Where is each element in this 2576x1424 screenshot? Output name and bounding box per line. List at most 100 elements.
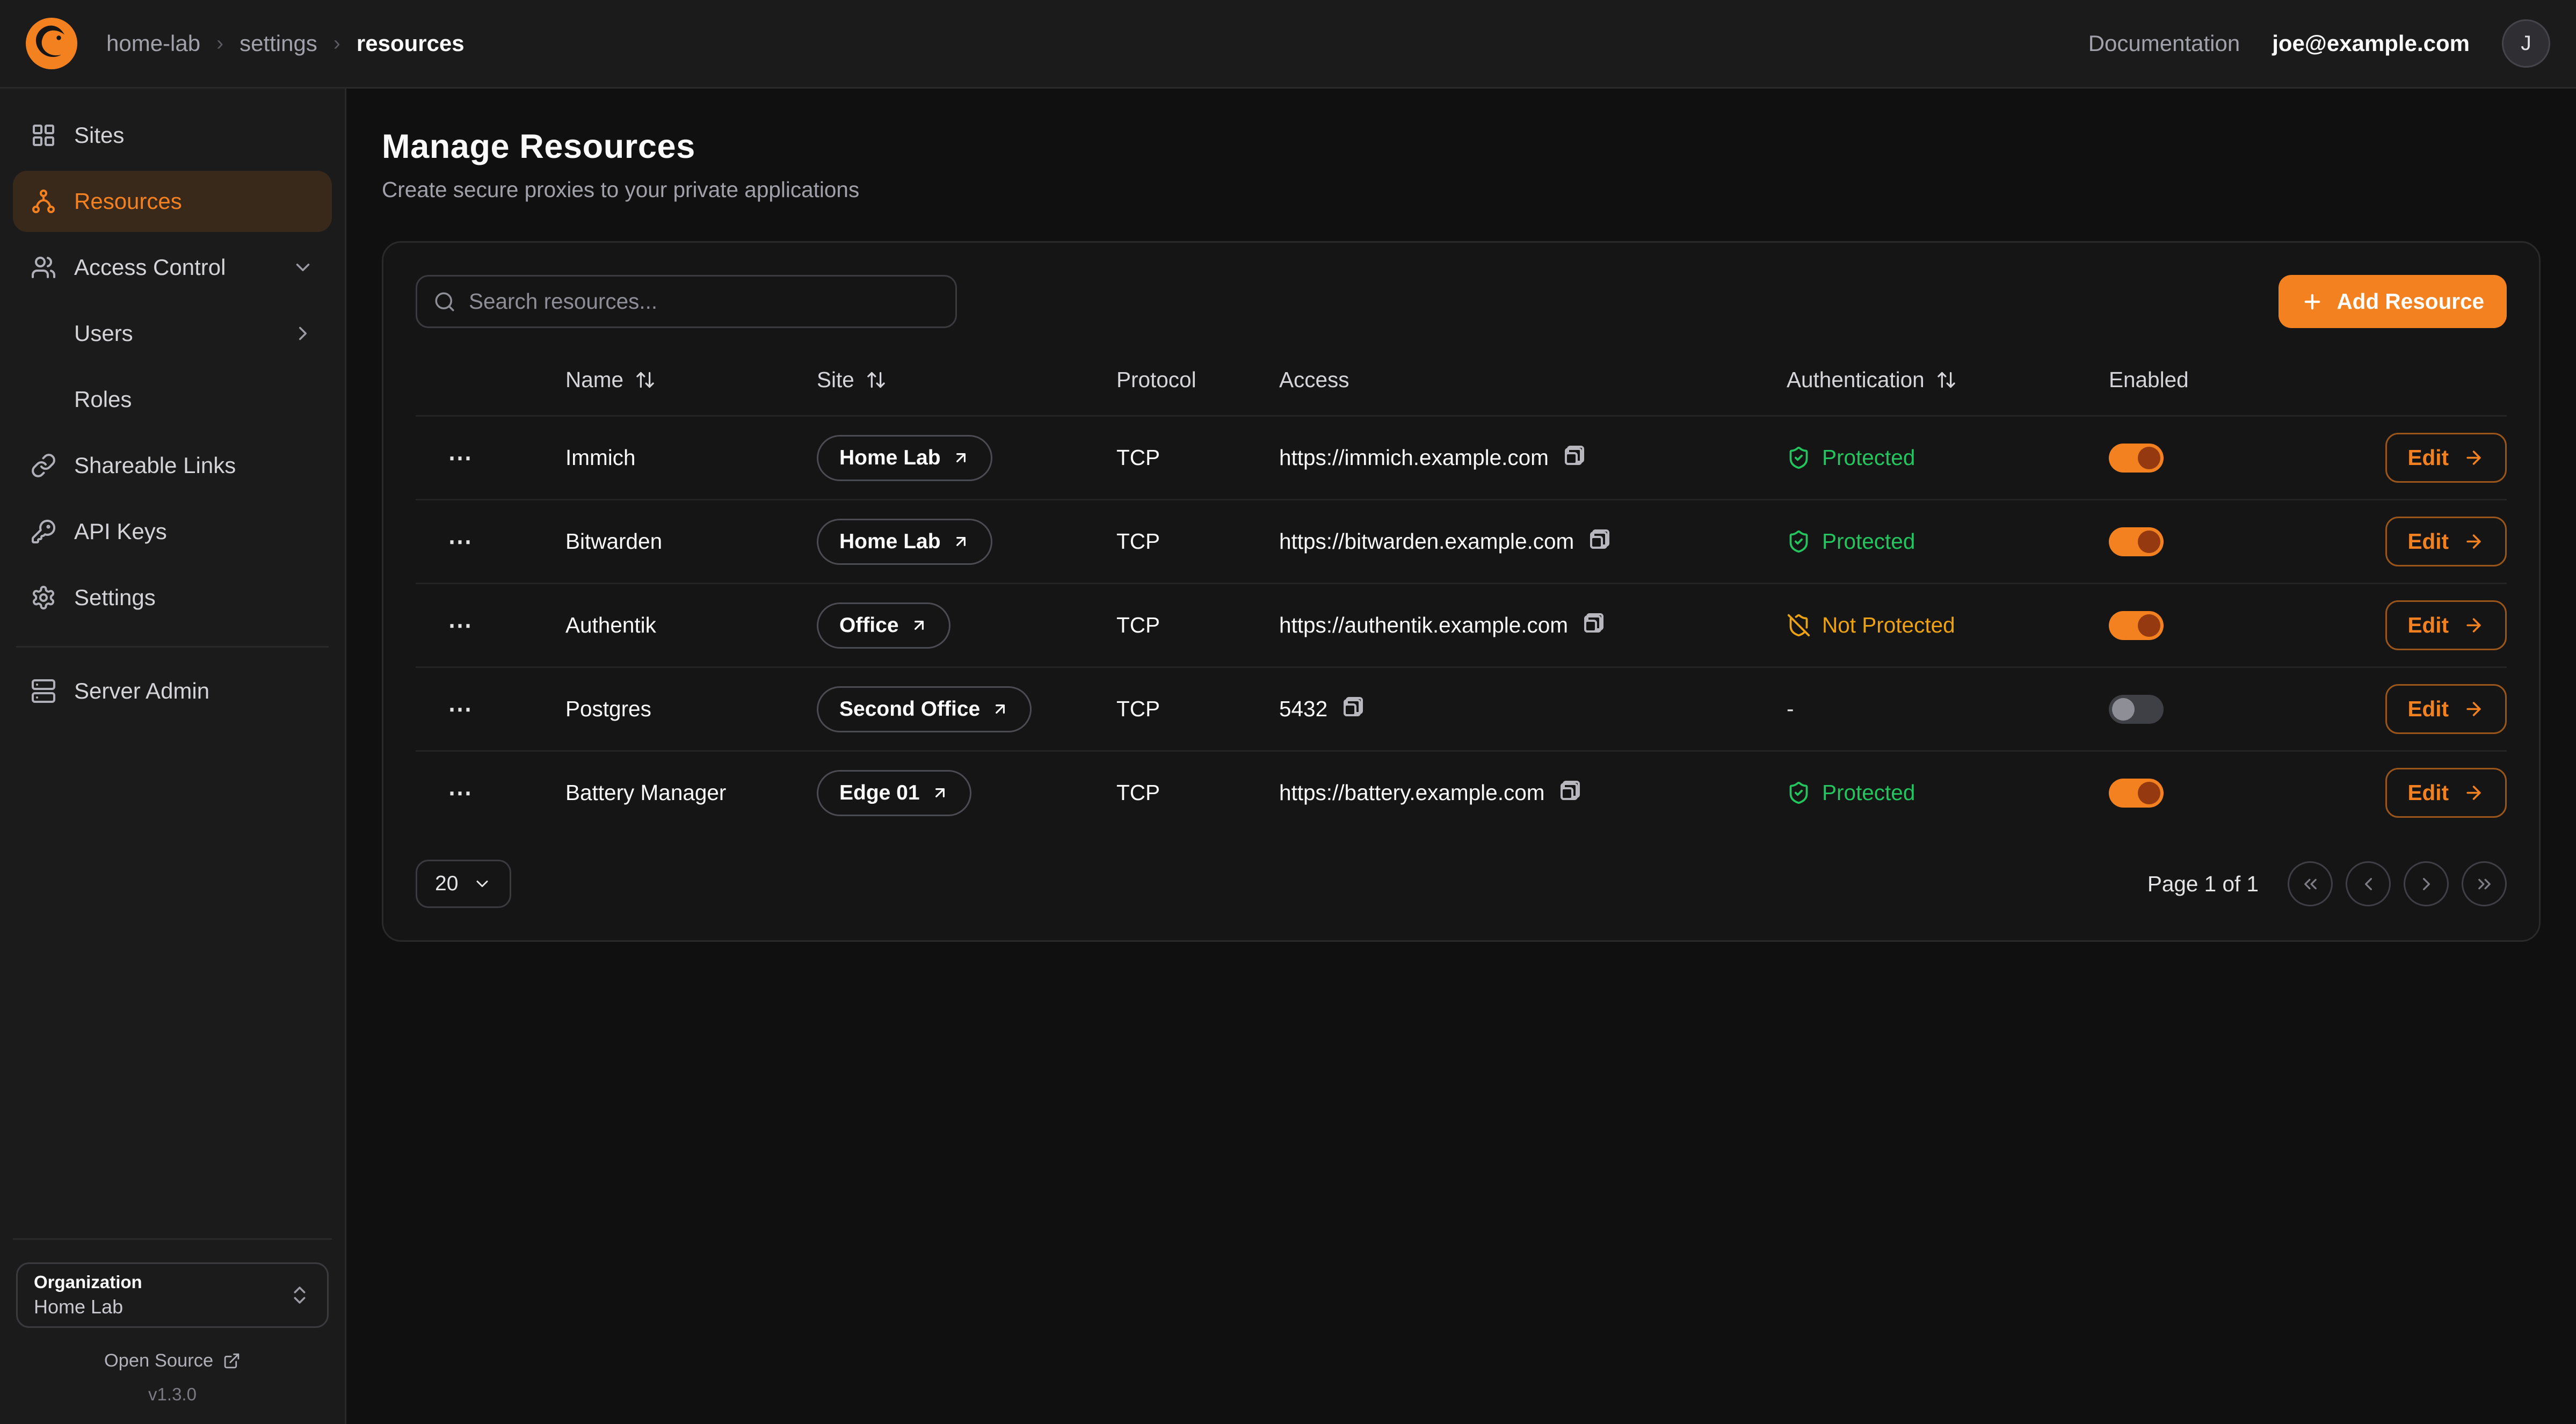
enabled-cell [2083, 779, 2309, 808]
auth-label: Not Protected [1822, 613, 1955, 638]
sidebar-item-settings[interactable]: Settings [13, 567, 332, 628]
header-protocol: Protocol [1091, 367, 1253, 393]
resources-icon [31, 188, 56, 214]
table-header-row: Name Site Protocol Access Authenticati [416, 344, 2507, 415]
add-resource-button[interactable]: Add Resource [2279, 275, 2507, 328]
access-url: https://authentik.example.com [1279, 613, 1568, 638]
page-size-select[interactable]: 20 [416, 860, 511, 908]
sidebar-item-server-admin[interactable]: Server Admin [13, 660, 332, 722]
table-row: ⋯ Postgres Second Office TCP 5432 - [416, 666, 2507, 750]
copy-button[interactable] [1560, 441, 1589, 475]
shareable-links-icon [31, 453, 56, 478]
site-link[interactable]: Home Lab [817, 435, 992, 481]
sidebar-item-resources[interactable]: Resources [13, 171, 332, 232]
breadcrumb-org[interactable]: home-lab [106, 31, 200, 56]
previous-page-button[interactable] [2346, 861, 2391, 906]
auth-label: Protected [1822, 445, 1915, 470]
row-menu-button[interactable]: ⋯ [441, 610, 480, 641]
arrow-right-icon [2463, 615, 2484, 636]
copy-icon [1590, 529, 1609, 549]
resource-name-cell: Bitwarden [540, 529, 791, 554]
sort-icon[interactable] [1936, 369, 1957, 390]
edit-button[interactable]: Edit [2385, 600, 2507, 650]
edit-button[interactable]: Edit [2385, 684, 2507, 734]
resource-name: Authentik [565, 613, 656, 638]
first-page-button[interactable] [2288, 861, 2333, 906]
access-control-icon [31, 255, 56, 280]
enabled-toggle[interactable] [2109, 527, 2164, 556]
protocol-value: TCP [1116, 529, 1160, 554]
edit-button[interactable]: Edit [2385, 517, 2507, 566]
site-cell: Office [791, 602, 1091, 649]
resource-name: Bitwarden [565, 529, 662, 554]
topbar: home-lab › settings › resources Document… [0, 0, 2576, 89]
auth-status: Protected [1761, 780, 2083, 805]
access-cell: https://battery.example.com [1253, 776, 1761, 810]
row-menu-button[interactable]: ⋯ [441, 694, 480, 724]
enabled-toggle[interactable] [2109, 611, 2164, 640]
header-site: Site [791, 367, 1091, 393]
site-link[interactable]: Edge 01 [817, 770, 971, 816]
protocol-cell: TCP [1091, 696, 1253, 722]
edit-label: Edit [2408, 780, 2449, 805]
organization-value: Home Lab [34, 1296, 142, 1318]
table-body: ⋯ Immich Home Lab TCP https://immich.exa… [416, 415, 2507, 834]
last-page-button[interactable] [2462, 861, 2507, 906]
sidebar-item-sites[interactable]: Sites [13, 105, 332, 166]
chevron-left-icon [2358, 874, 2379, 895]
row-menu-button[interactable]: ⋯ [441, 442, 480, 473]
enabled-toggle[interactable] [2109, 444, 2164, 473]
user-avatar[interactable]: J [2502, 19, 2550, 68]
row-menu-button[interactable]: ⋯ [441, 778, 480, 808]
auth-status: - [1761, 696, 2083, 722]
header-authentication: Authentication [1761, 367, 2083, 393]
protocol-value: TCP [1116, 613, 1160, 638]
settings-icon [31, 585, 56, 611]
row-menu-cell: ⋯ [416, 442, 540, 473]
auth-status: Protected [1761, 529, 2083, 554]
shield-off-icon [1787, 613, 1811, 637]
site-link[interactable]: Second Office [817, 686, 1032, 732]
sidebar-item-label: Shareable Links [74, 453, 236, 478]
sort-icon[interactable] [635, 369, 656, 390]
resource-name: Battery Manager [565, 780, 726, 805]
copy-button[interactable] [1585, 525, 1614, 559]
auth-label: Protected [1822, 780, 1915, 805]
actions-cell: Edit [2309, 517, 2507, 566]
organization-picker[interactable]: Organization Home Lab [16, 1262, 329, 1328]
resource-name-cell: Immich [540, 445, 791, 470]
copy-button[interactable] [1579, 608, 1608, 643]
sidebar-item-shareable-links[interactable]: Shareable Links [13, 435, 332, 496]
sidebar-item-users[interactable]: Users [13, 303, 332, 364]
protocol-cell: TCP [1091, 529, 1253, 554]
sidebar-item-access-control[interactable]: Access Control [13, 237, 332, 298]
search-input[interactable] [469, 289, 939, 314]
edit-button[interactable]: Edit [2385, 433, 2507, 483]
open-source-link[interactable]: Open Source [16, 1350, 329, 1371]
enabled-toggle[interactable] [2109, 695, 2164, 724]
site-cell: Edge 01 [791, 770, 1091, 816]
copy-button[interactable] [1556, 776, 1585, 810]
protocol-value: TCP [1116, 696, 1160, 722]
site-name: Office [839, 614, 899, 637]
site-link[interactable]: Office [817, 602, 950, 649]
page-info: Page 1 of 1 [2147, 871, 2259, 897]
sidebar-item-api-keys[interactable]: API Keys [13, 501, 332, 562]
auth-status: Protected [1761, 445, 2083, 470]
pagination: 20 Page 1 of 1 [416, 860, 2507, 908]
breadcrumb-settings[interactable]: settings [240, 31, 317, 56]
chevron-down-icon [473, 874, 492, 893]
site-link[interactable]: Home Lab [817, 519, 992, 565]
enabled-toggle[interactable] [2109, 779, 2164, 808]
app-logo-icon[interactable] [26, 18, 77, 69]
row-menu-button[interactable]: ⋯ [441, 526, 480, 557]
next-page-button[interactable] [2404, 861, 2449, 906]
sort-icon[interactable] [866, 369, 887, 390]
topbar-right: Documentation joe@example.com J [2088, 19, 2550, 68]
arrow-up-right-icon [952, 533, 970, 550]
documentation-link[interactable]: Documentation [2088, 31, 2240, 56]
sidebar-item-roles[interactable]: Roles [13, 369, 332, 430]
copy-button[interactable] [1339, 692, 1368, 726]
edit-button[interactable]: Edit [2385, 768, 2507, 818]
auth-label: Protected [1822, 529, 1915, 554]
